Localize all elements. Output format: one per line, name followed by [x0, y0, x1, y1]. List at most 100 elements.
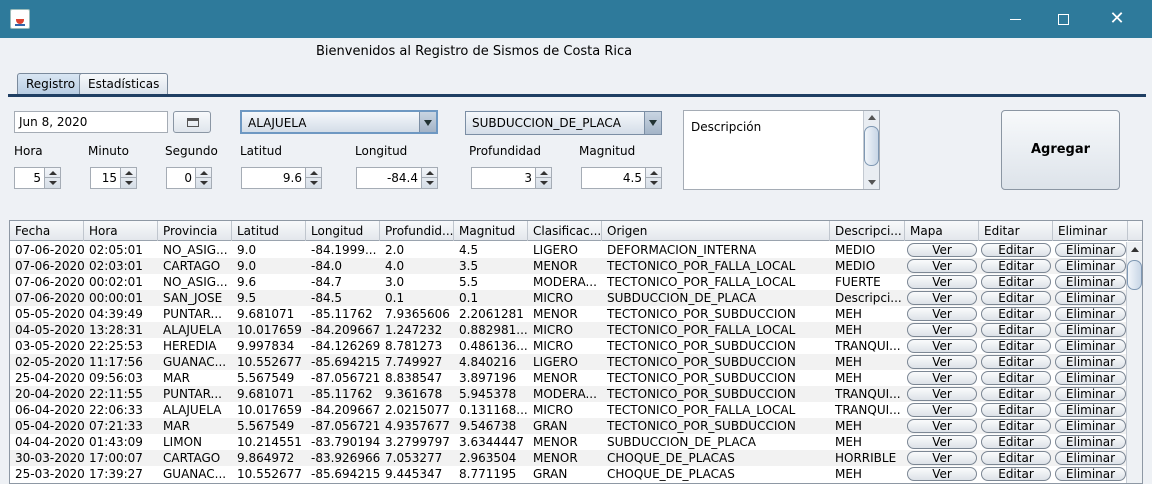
ver-map-button[interactable]: Ver: [907, 323, 977, 337]
column-header[interactable]: Clasificac...: [528, 221, 602, 241]
table-row[interactable]: 20-04-2020 22:11:55 PUNTAR... 9.681071 -85.1…: [10, 386, 1128, 402]
table-row[interactable]: 03-05-2020 22:25:53 HEREDIA 9.997834 -84.126…: [10, 338, 1128, 354]
ver-map-button[interactable]: Ver: [907, 435, 977, 449]
column-header[interactable]: Fecha: [10, 221, 84, 241]
ver-map-button[interactable]: Ver: [907, 371, 977, 385]
spin-down-icon[interactable]: [310, 181, 318, 185]
date-field[interactable]: Jun 8, 2020: [14, 111, 168, 133]
date-picker-button[interactable]: [173, 111, 211, 133]
eliminar-button[interactable]: Eliminar: [1055, 307, 1126, 321]
column-header[interactable]: Longitud: [306, 221, 380, 241]
ver-map-button[interactable]: Ver: [907, 243, 977, 257]
agregar-button[interactable]: Agregar: [1001, 110, 1120, 190]
spinner-buttons[interactable]: [305, 168, 321, 188]
descripcion-textarea[interactable]: Descripción: [683, 110, 880, 190]
spin-down-icon[interactable]: [650, 181, 658, 185]
column-header[interactable]: Latitud: [232, 221, 306, 241]
eliminar-button[interactable]: Eliminar: [1055, 467, 1126, 481]
origen-select[interactable]: SUBDUCCION_DE_PLACA: [465, 111, 662, 135]
spinner-buttons[interactable]: [535, 168, 551, 188]
spin-down-icon[interactable]: [200, 181, 208, 185]
table-row[interactable]: 07-06-2020 00:02:01 NO_ASIG... 9.6 -84.7 3.0 5…: [10, 274, 1128, 290]
table-row[interactable]: 07-06-2020 00:00:01 SAN_JOSE 9.5 -84.5 0.1 0.1…: [10, 290, 1128, 306]
spin-up-icon[interactable]: [49, 171, 57, 175]
spin-up-icon[interactable]: [200, 171, 208, 175]
ver-map-button[interactable]: Ver: [907, 291, 977, 305]
chevron-down-icon[interactable]: [419, 112, 436, 132]
spinner-buttons[interactable]: [195, 168, 211, 188]
editar-button[interactable]: Editar: [981, 259, 1051, 273]
ver-map-button[interactable]: Ver: [907, 403, 977, 417]
column-header[interactable]: Origen: [602, 221, 830, 241]
scroll-up-icon[interactable]: [1131, 247, 1139, 252]
spin-down-icon[interactable]: [426, 181, 434, 185]
maximize-icon[interactable]: [1040, 0, 1086, 38]
editar-button[interactable]: Editar: [981, 451, 1051, 465]
ver-map-button[interactable]: Ver: [907, 259, 977, 273]
scroll-up-icon[interactable]: [868, 115, 876, 120]
minimize-icon[interactable]: [992, 0, 1038, 38]
editar-button[interactable]: Editar: [981, 387, 1051, 401]
spinner-buttons[interactable]: [120, 168, 136, 188]
minuto-spinner[interactable]: 15: [90, 167, 137, 189]
eliminar-button[interactable]: Eliminar: [1055, 275, 1126, 289]
table-row[interactable]: 25-03-2020 17:39:27 GUANAC... 10.552677 -85.…: [10, 466, 1128, 482]
hora-spinner[interactable]: 5: [14, 167, 61, 189]
eliminar-button[interactable]: Eliminar: [1055, 451, 1126, 465]
editar-button[interactable]: Editar: [981, 355, 1051, 369]
segundo-spinner[interactable]: 0: [166, 167, 212, 189]
tab-estadisticas[interactable]: Estadísticas: [79, 73, 169, 94]
spin-up-icon[interactable]: [310, 171, 318, 175]
eliminar-button[interactable]: Eliminar: [1055, 339, 1126, 353]
ver-map-button[interactable]: Ver: [907, 419, 977, 433]
column-header[interactable]: Descripci...: [830, 221, 905, 241]
descripcion-scrollbar[interactable]: [863, 111, 879, 189]
spin-down-icon[interactable]: [125, 181, 133, 185]
scroll-thumb[interactable]: [1127, 260, 1142, 290]
scroll-thumb[interactable]: [864, 126, 879, 166]
ver-map-button[interactable]: Ver: [907, 451, 977, 465]
provincia-select[interactable]: ALAJUELA: [240, 110, 438, 134]
table-row[interactable]: 06-04-2020 22:06:33 ALAJUELA 10.017659 -84.2…: [10, 402, 1128, 418]
spinner-buttons[interactable]: [44, 168, 60, 188]
eliminar-button[interactable]: Eliminar: [1055, 371, 1126, 385]
scroll-down-icon[interactable]: [868, 180, 876, 185]
ver-map-button[interactable]: Ver: [907, 467, 977, 481]
eliminar-button[interactable]: Eliminar: [1055, 435, 1126, 449]
editar-button[interactable]: Editar: [981, 243, 1051, 257]
chevron-down-icon[interactable]: [644, 112, 661, 134]
spin-up-icon[interactable]: [125, 171, 133, 175]
ver-map-button[interactable]: Ver: [907, 387, 977, 401]
column-header[interactable]: Hora: [84, 221, 158, 241]
spinner-buttons[interactable]: [421, 168, 437, 188]
spin-up-icon[interactable]: [540, 171, 548, 175]
editar-button[interactable]: Editar: [981, 307, 1051, 321]
longitud-spinner[interactable]: -84.4: [356, 167, 438, 189]
editar-button[interactable]: Editar: [981, 323, 1051, 337]
table-scrollbar[interactable]: [1126, 242, 1142, 483]
table-row[interactable]: 05-05-2020 04:39:49 PUNTAR... 9.681071 -85.1…: [10, 306, 1128, 322]
spinner-buttons[interactable]: [645, 168, 661, 188]
editar-button[interactable]: Editar: [981, 419, 1051, 433]
editar-button[interactable]: Editar: [981, 403, 1051, 417]
ver-map-button[interactable]: Ver: [907, 355, 977, 369]
column-header[interactable]: Provincia: [158, 221, 232, 241]
column-header[interactable]: Profundid...: [380, 221, 454, 241]
table-row[interactable]: 07-06-2020 02:03:01 CARTAGO 9.0 -84.0 4.0 3.5 M…: [10, 258, 1128, 274]
column-header[interactable]: Mapa: [905, 221, 979, 241]
editar-button[interactable]: Editar: [981, 371, 1051, 385]
table-row[interactable]: 05-04-2020 07:21:33 MAR 5.567549 -87.056721 4…: [10, 418, 1128, 434]
eliminar-button[interactable]: Eliminar: [1055, 323, 1126, 337]
column-header[interactable]: Editar: [979, 221, 1053, 241]
eliminar-button[interactable]: Eliminar: [1055, 291, 1126, 305]
spin-up-icon[interactable]: [650, 171, 658, 175]
eliminar-button[interactable]: Eliminar: [1055, 355, 1126, 369]
column-header[interactable]: Magnitud: [454, 221, 528, 241]
table-row[interactable]: 02-05-2020 11:17:56 GUANAC... 10.552677 -85.…: [10, 354, 1128, 370]
spin-up-icon[interactable]: [426, 171, 434, 175]
editar-button[interactable]: Editar: [981, 339, 1051, 353]
spin-down-icon[interactable]: [49, 181, 57, 185]
editar-button[interactable]: Editar: [981, 435, 1051, 449]
spin-down-icon[interactable]: [540, 181, 548, 185]
table-row[interactable]: 25-04-2020 09:56:03 MAR 5.567549 -87.056721 8…: [10, 370, 1128, 386]
